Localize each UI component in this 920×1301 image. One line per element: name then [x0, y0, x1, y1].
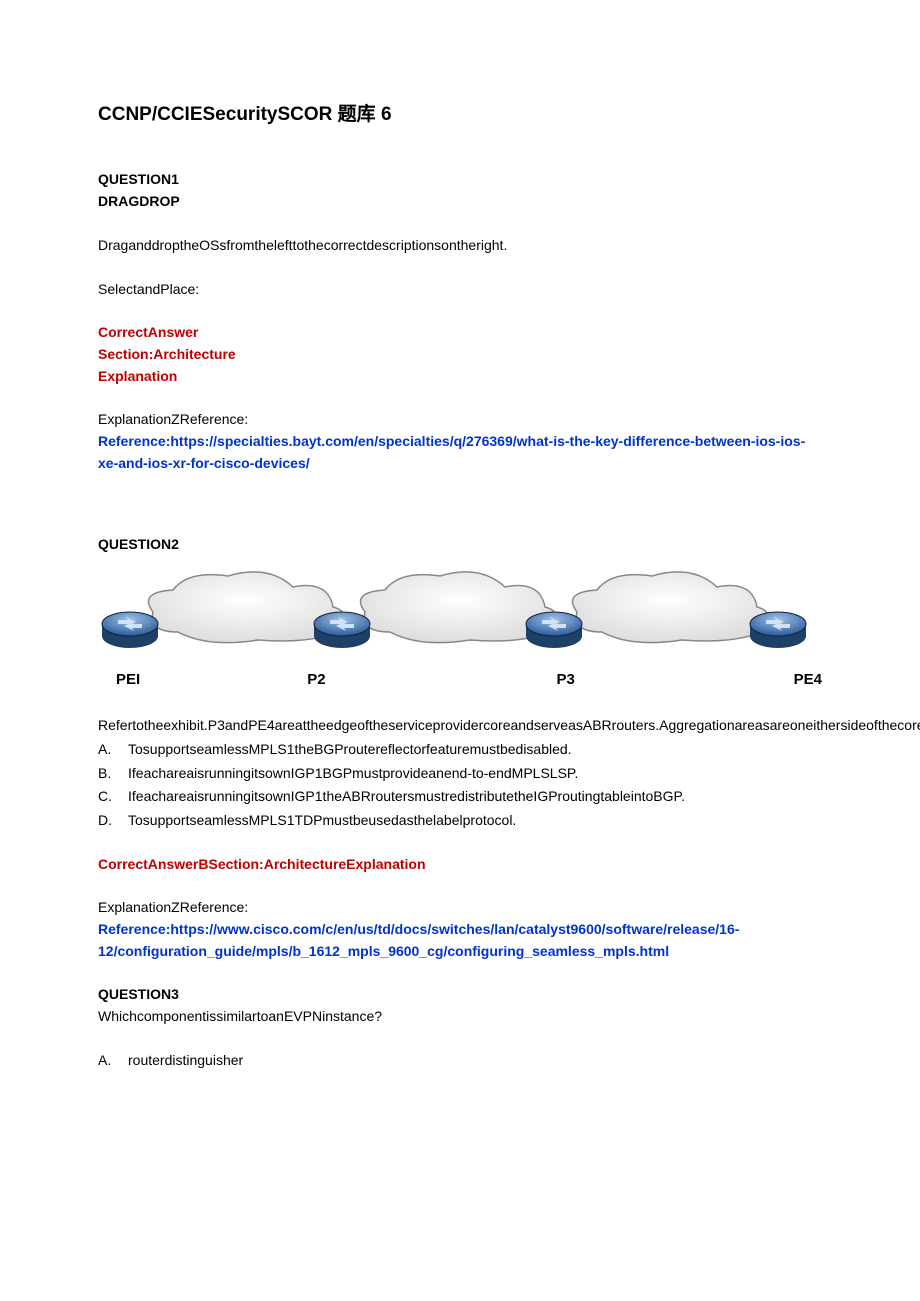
- q1-explanation-ref-label: ExplanationZReference:: [98, 409, 822, 431]
- q1-headings: QUESTION1 DRAGDROP: [98, 169, 822, 212]
- option-text: TosupportseamlessMPLS1TDPmustbeusedasthe…: [128, 810, 516, 832]
- document-page: CCNP/CCIESecuritySCOR 题库 6 QUESTION1 DRA…: [0, 0, 920, 1301]
- router-icon: [750, 612, 806, 648]
- option-text: TosupportseamlessMPLS1theBGProutereflect…: [128, 739, 572, 761]
- q1-explanation-label: Explanation: [98, 366, 822, 388]
- diagram-label-p2: P2: [153, 668, 424, 691]
- question2-heading: QUESTION2: [98, 534, 822, 556]
- q3-options: A.routerdistinguisher: [98, 1050, 822, 1072]
- option-letter: C.: [98, 786, 128, 808]
- q1-reference: Reference:https://specialties.bayt.com/e…: [98, 431, 822, 474]
- q2-reference-block: ExplanationZReference: Reference:https:/…: [98, 897, 822, 962]
- question3-heading: QUESTION3: [98, 984, 822, 1006]
- q2-options: A.TosupportseamlessMPLS1theBGProuterefle…: [98, 739, 822, 832]
- q1-reference-block: ExplanationZReference: Reference:https:/…: [98, 409, 822, 474]
- q2-option-b: B.IfeachareaisrunningitsownIGP1BGPmustpr…: [98, 763, 822, 785]
- q1-answer-block: CorrectAnswer Section:Architecture Expla…: [98, 322, 822, 387]
- cloud-icon: [573, 572, 769, 643]
- q2-reference-prefix: Reference:: [98, 921, 170, 937]
- question1-heading: QUESTION1: [98, 169, 822, 191]
- q1-correct-answer: CorrectAnswer: [98, 322, 822, 344]
- option-text: IfeachareaisrunningitsownIGP1BGPmustprov…: [128, 763, 578, 785]
- question1-subheading: DRAGDROP: [98, 191, 822, 213]
- page-title: CCNP/CCIESecuritySCOR 题库 6: [98, 100, 822, 129]
- option-text: IfeachareaisrunningitsownIGP1theABRroute…: [128, 786, 685, 808]
- q1-reference-link[interactable]: https://specialties.bayt.com/en/specialt…: [98, 433, 805, 471]
- router-icon: [102, 612, 158, 648]
- option-letter: B.: [98, 763, 128, 785]
- diagram-label-pei: PEI: [98, 668, 153, 691]
- diagram-label-pe4: PE4: [674, 668, 822, 691]
- diagram-labels-row: PEI P2 P3 PE4: [98, 668, 822, 691]
- q2-option-a: A.TosupportseamlessMPLS1theBGProuterefle…: [98, 739, 822, 761]
- router-icon: [526, 612, 582, 648]
- q2-reference: Reference:https://www.cisco.com/c/en/us/…: [98, 919, 822, 962]
- q3-option-a: A.routerdistinguisher: [98, 1050, 822, 1072]
- q1-reference-prefix: Reference:: [98, 433, 170, 449]
- option-text: routerdistinguisher: [128, 1050, 243, 1072]
- option-letter: D.: [98, 810, 128, 832]
- diagram-label-p3: P3: [424, 668, 673, 691]
- option-letter: A.: [98, 1050, 128, 1072]
- router-icon: [314, 612, 370, 648]
- q2-network-diagram: PEI P2 P3 PE4: [98, 562, 822, 691]
- q2-option-d: D.TosupportseamlessMPLS1TDPmustbeusedast…: [98, 810, 822, 832]
- network-topology-svg: [98, 562, 818, 662]
- q1-instruction: DraganddroptheOSsfromthelefttothecorrect…: [98, 235, 822, 257]
- q2-text: Refertotheexhibit.P3andPE4areattheedgeof…: [98, 715, 822, 737]
- q1-select-place: SelectandPlace:: [98, 279, 822, 301]
- q1-section: Section:Architecture: [98, 344, 822, 366]
- spacer: [98, 705, 822, 715]
- q2-explanation-ref-label: ExplanationZReference:: [98, 897, 822, 919]
- spacer: [98, 474, 822, 534]
- q2-option-c: C.IfeachareaisrunningitsownIGP1theABRrou…: [98, 786, 822, 808]
- option-letter: A.: [98, 739, 128, 761]
- q2-correct-answer: CorrectAnswerBSection:ArchitectureExplan…: [98, 854, 822, 876]
- q2-reference-link[interactable]: https://www.cisco.com/c/en/us/td/docs/sw…: [98, 921, 739, 959]
- q3-text: WhichcomponentissimilartoanEVPNinstance?: [98, 1006, 822, 1028]
